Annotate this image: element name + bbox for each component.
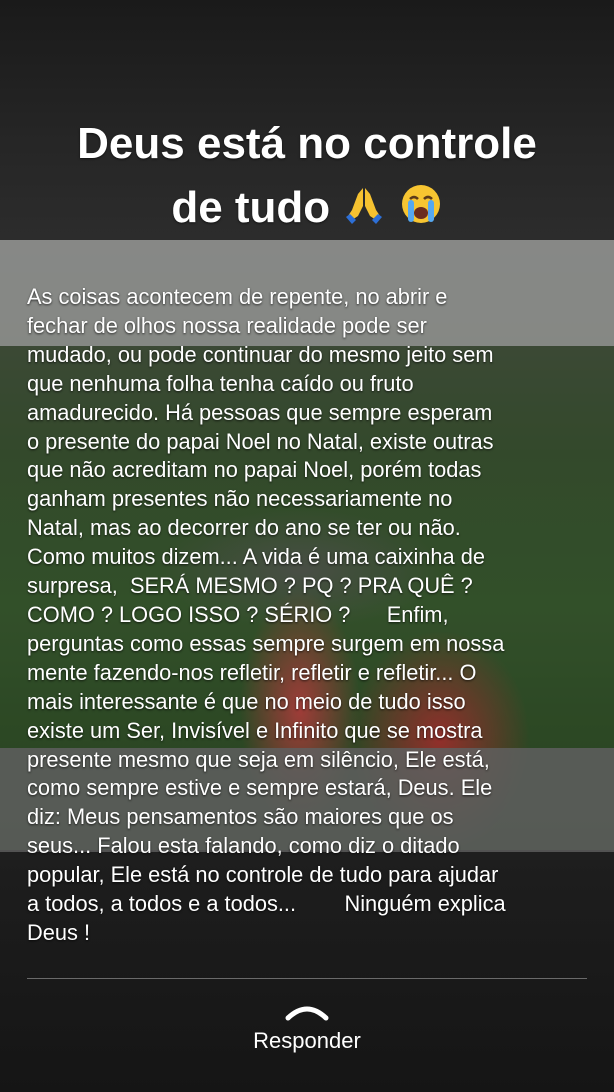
- body-line: Natal, mas ao decorrer do ano se ter ou …: [27, 515, 461, 541]
- body-line: amadurecido. Há pessoas que sempre esper…: [27, 399, 493, 425]
- story-body-text: As coisas acontecem de repente, no abrir…: [27, 283, 597, 948]
- divider: [27, 978, 587, 979]
- body-line: perguntas como essas sempre surgem em no…: [27, 630, 505, 656]
- reply-label: Responder: [253, 1028, 361, 1053]
- title-line-2-text: de tudo: [171, 183, 331, 232]
- body-line: que não acreditam no papai Noel, porém t…: [27, 457, 482, 483]
- body-line: surpresa, SERÁ MESMO ? PQ ? PRA QUÊ ?: [27, 573, 473, 599]
- chevron-up-icon: [285, 1006, 329, 1021]
- body-line: COMO ? LOGO ISSO ? SÉRIO ? Enfim,: [27, 601, 449, 627]
- folded-hands-icon: [342, 180, 386, 244]
- body-line: existe um Ser, Invisível e Infinito que …: [27, 717, 483, 743]
- body-line: fechar de olhos nossa realidade pode ser: [27, 312, 427, 338]
- reply-button[interactable]: Responder: [0, 1000, 614, 1054]
- body-line: como sempre estive e sempre estará, Deus…: [27, 775, 493, 801]
- body-line: mais interessante é que no meio de tudo …: [27, 688, 466, 714]
- title-line-1: Deus está no controle: [77, 119, 537, 168]
- body-line: mudado, ou pode continuar do mesmo jeito…: [27, 341, 494, 367]
- story-title: Deus está no controle de tudo: [0, 112, 614, 244]
- body-line: Deus !: [27, 919, 90, 945]
- body-line: seus... Falou esta falando, como diz o d…: [27, 833, 460, 859]
- body-line: a todos, a todos e a todos... Ninguém ex…: [27, 891, 506, 917]
- body-line: diz: Meus pensamentos são maiores que os: [27, 804, 454, 830]
- body-line: mente fazendo-nos refletir, refletir e r…: [27, 659, 477, 685]
- body-line: que nenhuma folha tenha caído ou fruto: [27, 370, 414, 396]
- body-line: As coisas acontecem de repente, no abrir…: [27, 284, 448, 309]
- body-line: presente mesmo que seja em silêncio, Ele…: [27, 746, 490, 772]
- body-line: ganham presentes não necessariamente no: [27, 486, 453, 512]
- body-line: popular, Ele está no controle de tudo pa…: [27, 862, 499, 888]
- title-line-2: de tudo: [0, 176, 614, 244]
- crying-face-icon: [399, 180, 443, 244]
- body-line: o presente do papai Noel no Natal, exist…: [27, 428, 494, 454]
- body-line: Como muitos dizem... A vida é uma caixin…: [27, 544, 485, 570]
